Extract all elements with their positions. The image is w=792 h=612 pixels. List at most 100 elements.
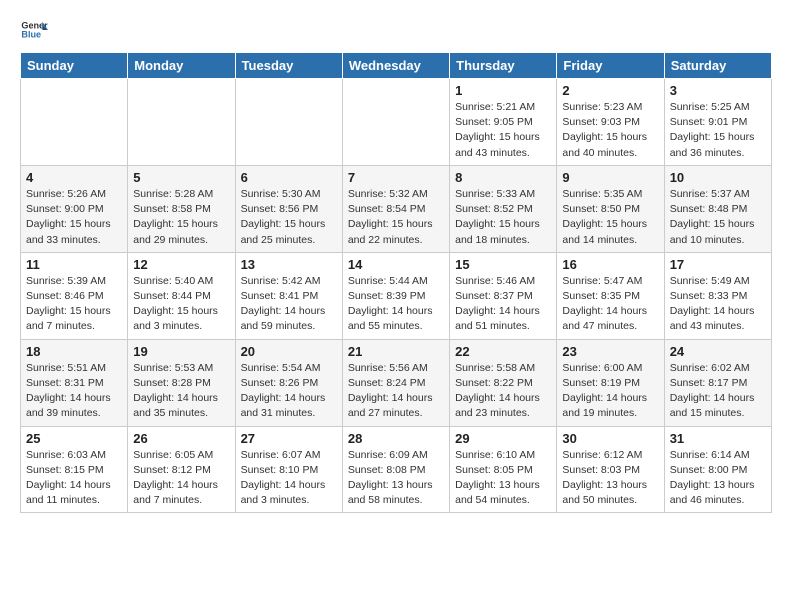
day-info: Sunrise: 5:32 AM Sunset: 8:54 PM Dayligh… [348,187,444,248]
calendar-day-cell: 14 Sunrise: 5:44 AM Sunset: 8:39 PM Dayli… [342,252,449,339]
calendar-day-cell: 19 Sunrise: 5:53 AM Sunset: 8:28 PM Dayli… [128,339,235,426]
day-of-week-header: Saturday [664,53,771,79]
day-number: 27 [241,431,337,446]
day-info: Sunrise: 6:00 AM Sunset: 8:19 PM Dayligh… [562,361,658,422]
day-info: Sunrise: 5:42 AM Sunset: 8:41 PM Dayligh… [241,274,337,335]
calendar-day-cell: 28 Sunrise: 6:09 AM Sunset: 8:08 PM Dayli… [342,426,449,513]
calendar-day-cell: 17 Sunrise: 5:49 AM Sunset: 8:33 PM Dayli… [664,252,771,339]
day-number: 10 [670,170,766,185]
svg-text:Blue: Blue [21,30,41,40]
calendar-day-cell: 22 Sunrise: 5:58 AM Sunset: 8:22 PM Dayli… [450,339,557,426]
calendar-day-cell: 9 Sunrise: 5:35 AM Sunset: 8:50 PM Daylig… [557,165,664,252]
calendar-day-cell: 18 Sunrise: 5:51 AM Sunset: 8:31 PM Dayli… [21,339,128,426]
calendar-day-cell: 5Sunrise: 5:28 AM Sunset: 8:58 PM Daylig… [128,165,235,252]
calendar-day-cell: 30Sunrise: 6:12 AM Sunset: 8:03 PM Dayli… [557,426,664,513]
calendar-day-cell: 6Sunrise: 5:30 AM Sunset: 8:56 PM Daylig… [235,165,342,252]
calendar-week-row: 25 Sunrise: 6:03 AM Sunset: 8:15 PM Dayli… [21,426,772,513]
calendar-day-cell: 11 Sunrise: 5:39 AM Sunset: 8:46 PM Dayli… [21,252,128,339]
day-info: Sunrise: 5:53 AM Sunset: 8:28 PM Dayligh… [133,361,229,422]
day-info: Sunrise: 5:35 AM Sunset: 8:50 PM Dayligh… [562,187,658,248]
day-number: 23 [562,344,658,359]
day-info: Sunrise: 5:49 AM Sunset: 8:33 PM Dayligh… [670,274,766,335]
calendar-day-cell: 7Sunrise: 5:32 AM Sunset: 8:54 PM Daylig… [342,165,449,252]
day-info: Sunrise: 5:46 AM Sunset: 8:37 PM Dayligh… [455,274,551,335]
page-header: General Blue [20,16,772,44]
calendar-day-cell: 23 Sunrise: 6:00 AM Sunset: 8:19 PM Dayli… [557,339,664,426]
calendar-day-cell: 20 Sunrise: 5:54 AM Sunset: 8:26 PM Dayli… [235,339,342,426]
day-info: Sunrise: 5:39 AM Sunset: 8:46 PM Dayligh… [26,274,122,335]
day-info: Sunrise: 6:12 AM Sunset: 8:03 PM Dayligh… [562,448,658,509]
calendar-day-cell: 4Sunrise: 5:26 AM Sunset: 9:00 PM Daylig… [21,165,128,252]
calendar-day-cell: 21 Sunrise: 5:56 AM Sunset: 8:24 PM Dayli… [342,339,449,426]
calendar-week-row: 18 Sunrise: 5:51 AM Sunset: 8:31 PM Dayli… [21,339,772,426]
calendar-day-cell: 27 Sunrise: 6:07 AM Sunset: 8:10 PM Dayli… [235,426,342,513]
day-number: 6 [241,170,337,185]
day-info: Sunrise: 6:14 AM Sunset: 8:00 PM Dayligh… [670,448,766,509]
logo-icon: General Blue [20,16,48,44]
day-info: Sunrise: 5:40 AM Sunset: 8:44 PM Dayligh… [133,274,229,335]
calendar-day-cell: 2Sunrise: 5:23 AM Sunset: 9:03 PM Daylig… [557,79,664,166]
calendar-week-row: 4Sunrise: 5:26 AM Sunset: 9:00 PM Daylig… [21,165,772,252]
calendar-day-cell: 24Sunrise: 6:02 AM Sunset: 8:17 PM Dayli… [664,339,771,426]
day-info: Sunrise: 5:25 AM Sunset: 9:01 PM Dayligh… [670,100,766,161]
day-info: Sunrise: 6:10 AM Sunset: 8:05 PM Dayligh… [455,448,551,509]
day-number: 9 [562,170,658,185]
day-info: Sunrise: 6:09 AM Sunset: 8:08 PM Dayligh… [348,448,444,509]
day-number: 11 [26,257,122,272]
calendar-day-cell: 3 Sunrise: 5:25 AM Sunset: 9:01 PM Daylig… [664,79,771,166]
day-number: 28 [348,431,444,446]
calendar-day-cell: 1 Sunrise: 5:21 AM Sunset: 9:05 PM Daylig… [450,79,557,166]
day-number: 5 [133,170,229,185]
day-info: Sunrise: 5:23 AM Sunset: 9:03 PM Dayligh… [562,100,658,161]
day-info: Sunrise: 5:33 AM Sunset: 8:52 PM Dayligh… [455,187,551,248]
day-number: 3 [670,83,766,98]
day-info: Sunrise: 5:54 AM Sunset: 8:26 PM Dayligh… [241,361,337,422]
day-number: 1 [455,83,551,98]
calendar-day-cell: 25 Sunrise: 6:03 AM Sunset: 8:15 PM Dayli… [21,426,128,513]
calendar-day-cell [235,79,342,166]
calendar-day-cell: 16Sunrise: 5:47 AM Sunset: 8:35 PM Dayli… [557,252,664,339]
day-info: Sunrise: 5:51 AM Sunset: 8:31 PM Dayligh… [26,361,122,422]
day-number: 20 [241,344,337,359]
calendar-day-cell: 13 Sunrise: 5:42 AM Sunset: 8:41 PM Dayli… [235,252,342,339]
calendar-day-cell: 8Sunrise: 5:33 AM Sunset: 8:52 PM Daylig… [450,165,557,252]
day-number: 25 [26,431,122,446]
day-number: 18 [26,344,122,359]
day-number: 31 [670,431,766,446]
day-number: 29 [455,431,551,446]
day-of-week-header: Friday [557,53,664,79]
calendar-header-row: SundayMondayTuesdayWednesdayThursdayFrid… [21,53,772,79]
day-number: 26 [133,431,229,446]
day-of-week-header: Thursday [450,53,557,79]
calendar-week-row: 11 Sunrise: 5:39 AM Sunset: 8:46 PM Dayli… [21,252,772,339]
calendar-week-row: 1 Sunrise: 5:21 AM Sunset: 9:05 PM Daylig… [21,79,772,166]
day-number: 22 [455,344,551,359]
day-number: 13 [241,257,337,272]
day-info: Sunrise: 5:56 AM Sunset: 8:24 PM Dayligh… [348,361,444,422]
day-number: 19 [133,344,229,359]
day-of-week-header: Tuesday [235,53,342,79]
day-info: Sunrise: 6:05 AM Sunset: 8:12 PM Dayligh… [133,448,229,509]
day-of-week-header: Sunday [21,53,128,79]
day-of-week-header: Wednesday [342,53,449,79]
calendar-day-cell: 31 Sunrise: 6:14 AM Sunset: 8:00 PM Dayli… [664,426,771,513]
calendar-day-cell: 10Sunrise: 5:37 AM Sunset: 8:48 PM Dayli… [664,165,771,252]
day-of-week-header: Monday [128,53,235,79]
day-info: Sunrise: 6:07 AM Sunset: 8:10 PM Dayligh… [241,448,337,509]
logo: General Blue [20,16,48,44]
day-info: Sunrise: 5:21 AM Sunset: 9:05 PM Dayligh… [455,100,551,161]
calendar-day-cell [342,79,449,166]
calendar-day-cell: 12 Sunrise: 5:40 AM Sunset: 8:44 PM Dayli… [128,252,235,339]
calendar-day-cell [128,79,235,166]
day-info: Sunrise: 5:58 AM Sunset: 8:22 PM Dayligh… [455,361,551,422]
day-number: 17 [670,257,766,272]
day-number: 16 [562,257,658,272]
day-number: 4 [26,170,122,185]
day-number: 12 [133,257,229,272]
calendar-day-cell: 26 Sunrise: 6:05 AM Sunset: 8:12 PM Dayli… [128,426,235,513]
calendar-day-cell: 29 Sunrise: 6:10 AM Sunset: 8:05 PM Dayli… [450,426,557,513]
day-info: Sunrise: 5:44 AM Sunset: 8:39 PM Dayligh… [348,274,444,335]
day-number: 21 [348,344,444,359]
day-info: Sunrise: 6:03 AM Sunset: 8:15 PM Dayligh… [26,448,122,509]
day-number: 14 [348,257,444,272]
